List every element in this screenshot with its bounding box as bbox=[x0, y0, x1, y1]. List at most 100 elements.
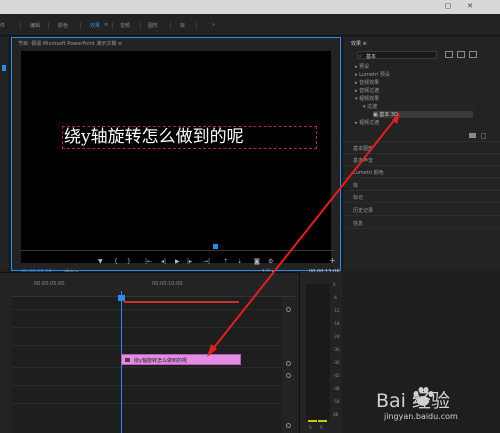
export-frame-button[interactable]: ◙ bbox=[254, 259, 260, 265]
track-divider bbox=[12, 345, 282, 346]
video-preview[interactable]: 绕y轴旋转怎么做到的呢 bbox=[21, 51, 331, 263]
ruler-label: 00:00:05:00 bbox=[34, 281, 65, 287]
clip-label: 绕y轴旋转怎么做到的呢 bbox=[134, 358, 187, 364]
meter-level-left bbox=[308, 420, 317, 422]
nav-divider bbox=[140, 22, 141, 29]
tab-effects-menu-icon[interactable]: ≡ bbox=[104, 22, 108, 28]
panel-indicator-icon bbox=[2, 65, 6, 71]
track-area[interactable] bbox=[12, 297, 282, 433]
tab-effects[interactable]: 效果 bbox=[90, 22, 100, 29]
play-button[interactable]: ▶ bbox=[175, 259, 180, 265]
monitor-scrub-bar[interactable] bbox=[20, 250, 335, 251]
work-area-bar[interactable] bbox=[124, 301, 239, 303]
add-marker-button[interactable]: ▼ bbox=[98, 259, 103, 265]
track-divider bbox=[12, 403, 282, 404]
more-workspaces-icon[interactable]: » bbox=[212, 22, 215, 28]
effects-item-video-effects[interactable]: ▾ 视频效果 bbox=[355, 95, 379, 102]
meter-scale-label: 0 bbox=[333, 282, 336, 287]
yuv-effects-icon[interactable] bbox=[469, 51, 477, 58]
track-scroll-knob[interactable] bbox=[286, 361, 291, 366]
divider bbox=[343, 190, 500, 191]
effects-item-video-transitions[interactable]: ▸ 视频过渡 bbox=[355, 119, 379, 126]
effects-item-audio-transitions[interactable]: ▸ 音频过渡 bbox=[355, 87, 379, 94]
go-to-in-button[interactable]: |← bbox=[145, 259, 152, 265]
panel-markers[interactable]: 标记 bbox=[353, 194, 363, 201]
lift-button[interactable]: ⇡ bbox=[223, 259, 228, 265]
meter-bar bbox=[306, 284, 330, 422]
panel-lumetri-color[interactable]: Lumetri 颜色 bbox=[353, 169, 384, 176]
add-button[interactable]: + bbox=[329, 257, 336, 265]
effects-item-basic-3d[interactable]: ▣ 基本 3D bbox=[373, 111, 473, 118]
track-divider bbox=[12, 385, 282, 386]
effects-search-input[interactable]: ⌕ 基本 bbox=[357, 51, 437, 60]
monitor-playhead[interactable] bbox=[213, 244, 218, 249]
effects-panel: 效果 ≡ ⌕ 基本 ▸ 预设 ▸ Lumetri 预设 ▸ 音频效果 ▸ 音频过… bbox=[342, 37, 500, 271]
panel-essential-sound[interactable]: 基本声音 bbox=[353, 157, 373, 164]
time-ruler[interactable]: 00:00:05:00 00:00:10:00 bbox=[12, 277, 296, 297]
divider bbox=[343, 165, 500, 166]
nav-divider bbox=[48, 22, 49, 29]
tab-editing[interactable]: 编辑 bbox=[30, 22, 40, 29]
panel-library[interactable]: 库 bbox=[353, 182, 358, 189]
tab-audio[interactable]: 音频 bbox=[120, 22, 130, 29]
meter-scale-label: -24 bbox=[333, 334, 340, 339]
title-text-overlay[interactable]: 绕y轴旋转怎么做到的呢 bbox=[62, 126, 317, 149]
extract-button[interactable]: ⇣ bbox=[237, 259, 242, 265]
track-divider bbox=[12, 309, 282, 310]
meter-scale-label: -18 bbox=[333, 321, 340, 326]
nav-divider bbox=[112, 22, 113, 29]
divider bbox=[343, 228, 500, 229]
audio-meters: 0 -6 -12 -18 -24 -30 -36 -42 -48 -54 dB … bbox=[299, 272, 342, 433]
go-to-out-button[interactable]: →| bbox=[203, 259, 210, 265]
meter-scale-label: -36 bbox=[333, 360, 340, 365]
divider bbox=[343, 153, 500, 154]
meter-scale-label: -54 bbox=[333, 399, 340, 404]
fx-badge-icon bbox=[125, 358, 130, 362]
track-divider bbox=[12, 327, 282, 328]
new-bin-icon[interactable] bbox=[469, 133, 476, 138]
settings-icon[interactable]: ⚙ bbox=[268, 259, 273, 265]
mark-in-button[interactable]: { bbox=[114, 259, 118, 265]
tab-color[interactable]: 颜色 bbox=[58, 22, 68, 29]
watermark-url: jingyan.baidu.com bbox=[384, 412, 458, 421]
step-back-button[interactable]: ◂| bbox=[161, 259, 166, 265]
baidu-watermark: Bai 经验 jingyan.baidu.com bbox=[354, 380, 500, 433]
tab-library[interactable]: 库 bbox=[180, 22, 185, 29]
panel-history[interactable]: 历史记录 bbox=[353, 207, 373, 214]
timeline-playhead-handle[interactable] bbox=[118, 295, 125, 301]
search-icon: ⌕ bbox=[359, 53, 362, 59]
mark-out-button[interactable]: } bbox=[127, 259, 131, 265]
monitor-title[interactable]: 节目: 假逼 Microsoft PowerPoint 演示文稿 ≡ bbox=[18, 40, 122, 47]
track-scroll-knob[interactable] bbox=[286, 423, 291, 428]
tab-graphics[interactable]: 图形 bbox=[148, 22, 158, 29]
step-forward-button[interactable]: |▸ bbox=[187, 259, 192, 265]
maximize-button[interactable]: ▢ bbox=[438, 1, 458, 11]
panel-essential-graphics[interactable]: 基本图形 bbox=[353, 145, 373, 152]
close-button[interactable]: ✕ bbox=[460, 1, 480, 11]
effects-item-presets[interactable]: ▸ 预设 bbox=[355, 63, 369, 70]
solo-left-button[interactable]: S bbox=[309, 425, 312, 430]
watermark-brand: Bai 经验 bbox=[376, 390, 450, 412]
divider bbox=[343, 141, 500, 142]
graphic-clip[interactable]: 绕y轴旋转怎么做到的呢 bbox=[121, 354, 241, 365]
workspace-nav: 件 编辑 颜色 效果 ≡ 音频 图形 库 » bbox=[0, 14, 500, 36]
track-scroll-knob[interactable] bbox=[286, 307, 291, 312]
transport-controls: ▼ { } |← ◂| ▶ |▸ →| ⇡ ⇣ ◙ ⚙ + bbox=[11, 255, 341, 271]
nav-divider bbox=[170, 22, 171, 29]
track-scroll-knob[interactable] bbox=[286, 373, 291, 378]
solo-right-button[interactable]: S bbox=[320, 425, 323, 430]
meter-scale-label: -48 bbox=[333, 386, 340, 391]
panel-info[interactable]: 信息 bbox=[353, 220, 363, 227]
nav-divider bbox=[80, 22, 81, 29]
tab-workspace-0[interactable]: 件 bbox=[0, 22, 5, 29]
nav-divider bbox=[20, 22, 21, 29]
os-titlebar: ▢ ✕ bbox=[0, 0, 500, 14]
32bit-effects-icon[interactable] bbox=[457, 51, 465, 58]
effects-item-transitions[interactable]: ▾ 过渡 bbox=[363, 103, 377, 110]
effects-item-audio-effects[interactable]: ▸ 音频效果 bbox=[355, 79, 379, 86]
delete-icon[interactable] bbox=[481, 133, 486, 139]
accelerated-effects-icon[interactable] bbox=[445, 51, 453, 58]
effects-panel-title[interactable]: 效果 ≡ bbox=[351, 40, 367, 47]
meter-scale-label: -12 bbox=[333, 308, 340, 313]
effects-item-lumetri-presets[interactable]: ▸ Lumetri 预设 bbox=[355, 71, 390, 78]
